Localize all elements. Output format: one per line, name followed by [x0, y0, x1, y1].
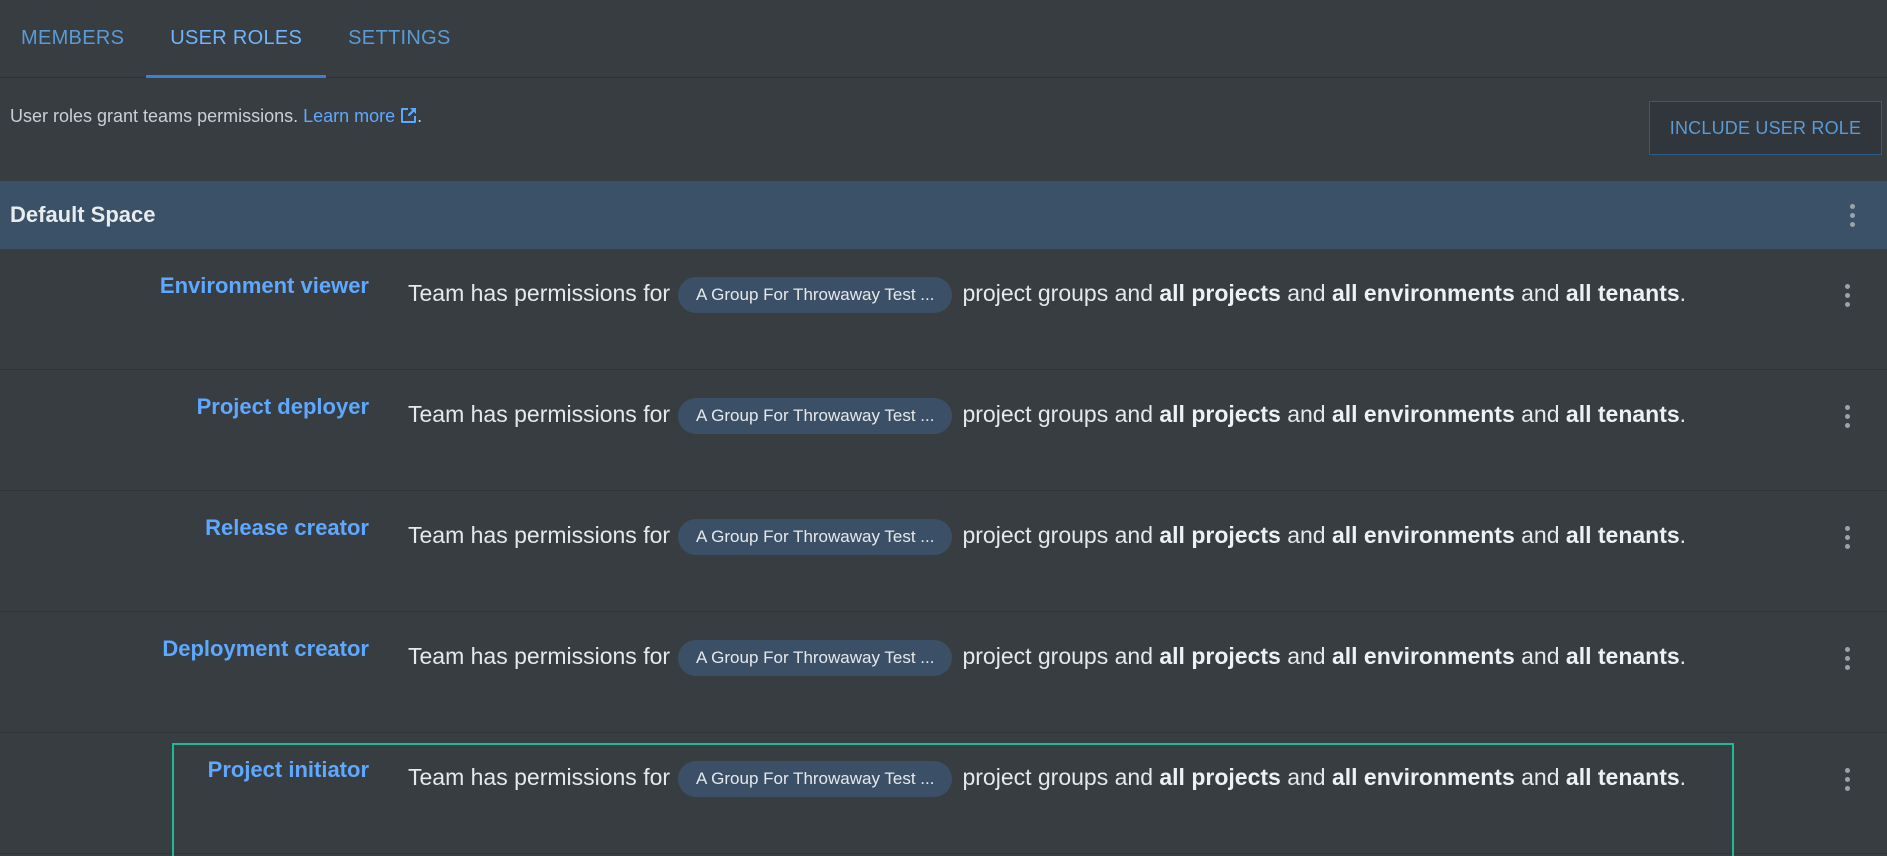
tab-settings[interactable]: SETTINGS — [326, 0, 472, 77]
tab-bar: MEMBERS USER ROLES SETTINGS — [0, 0, 1887, 78]
permission-prefix: Team has permissions for — [408, 522, 671, 548]
include-user-role-button[interactable]: INCLUDE USER ROLE — [1649, 101, 1882, 155]
external-link-icon — [401, 108, 417, 123]
permission-mid: project groups and — [962, 280, 1153, 306]
intro-suffix: . — [417, 106, 423, 126]
all-environments-text: all environments — [1331, 643, 1515, 669]
permission-mid: project groups and — [962, 764, 1153, 790]
period-text: . — [1679, 522, 1687, 548]
role-row: Environment viewer Team has permissions … — [0, 249, 1887, 370]
period-text: . — [1679, 280, 1687, 306]
permission-prefix: Team has permissions for — [408, 764, 671, 790]
more-vertical-icon[interactable] — [1835, 638, 1859, 678]
all-projects-text: all projects — [1159, 522, 1281, 548]
project-group-chip[interactable]: A Group For Throwaway Test ... — [678, 640, 953, 676]
all-projects-text: all projects — [1159, 280, 1281, 306]
role-permissions-text: Team has permissions for A Group For Thro… — [408, 634, 1698, 678]
all-environments-text: all environments — [1331, 522, 1515, 548]
tenants-text: tenants — [1597, 280, 1680, 306]
and-text: and — [1287, 401, 1326, 427]
more-vertical-icon[interactable] — [1835, 759, 1859, 799]
role-name-link[interactable]: Project deployer — [197, 394, 369, 420]
and-text: and — [1287, 522, 1326, 548]
role-name-link[interactable]: Deployment creator — [162, 636, 369, 662]
role-name-link[interactable]: Release creator — [205, 515, 369, 541]
learn-more-label: Learn more — [303, 106, 396, 126]
all-environments-text: all environments — [1331, 401, 1515, 427]
tenants-text: tenants — [1597, 764, 1680, 790]
role-row: Project deployer Team has permissions fo… — [0, 370, 1887, 491]
and-text: and — [1521, 522, 1560, 548]
all-text: all — [1565, 401, 1592, 427]
project-group-chip[interactable]: A Group For Throwaway Test ... — [678, 277, 953, 313]
all-environments-text: all environments — [1331, 764, 1515, 790]
role-permissions-text: Team has permissions for A Group For Thro… — [408, 271, 1698, 315]
and-text: and — [1521, 401, 1560, 427]
permission-mid: project groups and — [962, 522, 1153, 548]
role-name-link[interactable]: Environment viewer — [160, 273, 369, 299]
intro-description: User roles grant teams permissions. — [10, 106, 304, 126]
permission-mid: project groups and — [962, 401, 1153, 427]
all-projects-text: all projects — [1159, 401, 1281, 427]
role-row: Deployment creator Team has permissions … — [0, 612, 1887, 733]
permission-mid: project groups and — [962, 643, 1153, 669]
all-text: all — [1565, 643, 1592, 669]
intro-section: User roles grant teams permissions. Lear… — [0, 78, 1887, 181]
period-text: . — [1679, 401, 1687, 427]
and-text: and — [1521, 764, 1560, 790]
tab-user-roles[interactable]: USER ROLES — [146, 0, 327, 78]
role-list: Environment viewer Team has permissions … — [0, 249, 1887, 856]
project-group-chip[interactable]: A Group For Throwaway Test ... — [678, 761, 953, 797]
project-group-chip[interactable]: A Group For Throwaway Test ... — [678, 519, 953, 555]
space-header: Default Space — [0, 181, 1887, 249]
permission-prefix: Team has permissions for — [408, 401, 671, 427]
all-text: all — [1565, 522, 1592, 548]
tenants-text: tenants — [1597, 522, 1680, 548]
and-text: and — [1287, 643, 1326, 669]
more-vertical-icon[interactable] — [1835, 396, 1859, 436]
all-text: all — [1565, 764, 1592, 790]
more-vertical-icon[interactable] — [1840, 195, 1864, 235]
role-permissions-text: Team has permissions for A Group For Thro… — [408, 755, 1698, 799]
tenants-text: tenants — [1597, 401, 1680, 427]
project-group-chip[interactable]: A Group For Throwaway Test ... — [678, 398, 953, 434]
all-projects-text: all projects — [1159, 643, 1281, 669]
and-text: and — [1521, 280, 1560, 306]
permission-prefix: Team has permissions for — [408, 643, 671, 669]
learn-more-link[interactable]: Learn more — [303, 106, 417, 126]
all-environments-text: all environments — [1331, 280, 1515, 306]
more-vertical-icon[interactable] — [1835, 275, 1859, 315]
tenants-text: tenants — [1597, 643, 1680, 669]
role-permissions-text: Team has permissions for A Group For Thro… — [408, 392, 1698, 436]
period-text: . — [1679, 643, 1687, 669]
tab-members[interactable]: MEMBERS — [0, 0, 146, 77]
role-permissions-text: Team has permissions for A Group For Thro… — [408, 513, 1698, 557]
all-projects-text: all projects — [1159, 764, 1281, 790]
role-row: Project initiator Team has permissions f… — [0, 733, 1887, 856]
role-name-link[interactable]: Project initiator — [208, 757, 369, 783]
and-text: and — [1521, 643, 1560, 669]
intro-text: User roles grant teams permissions. Lear… — [10, 106, 422, 127]
role-row: Release creator Team has permissions for… — [0, 491, 1887, 612]
space-title: Default Space — [10, 202, 156, 227]
and-text: and — [1287, 280, 1326, 306]
permission-prefix: Team has permissions for — [408, 280, 671, 306]
and-text: and — [1287, 764, 1326, 790]
all-text: all — [1565, 280, 1592, 306]
more-vertical-icon[interactable] — [1835, 517, 1859, 557]
period-text: . — [1679, 764, 1687, 790]
